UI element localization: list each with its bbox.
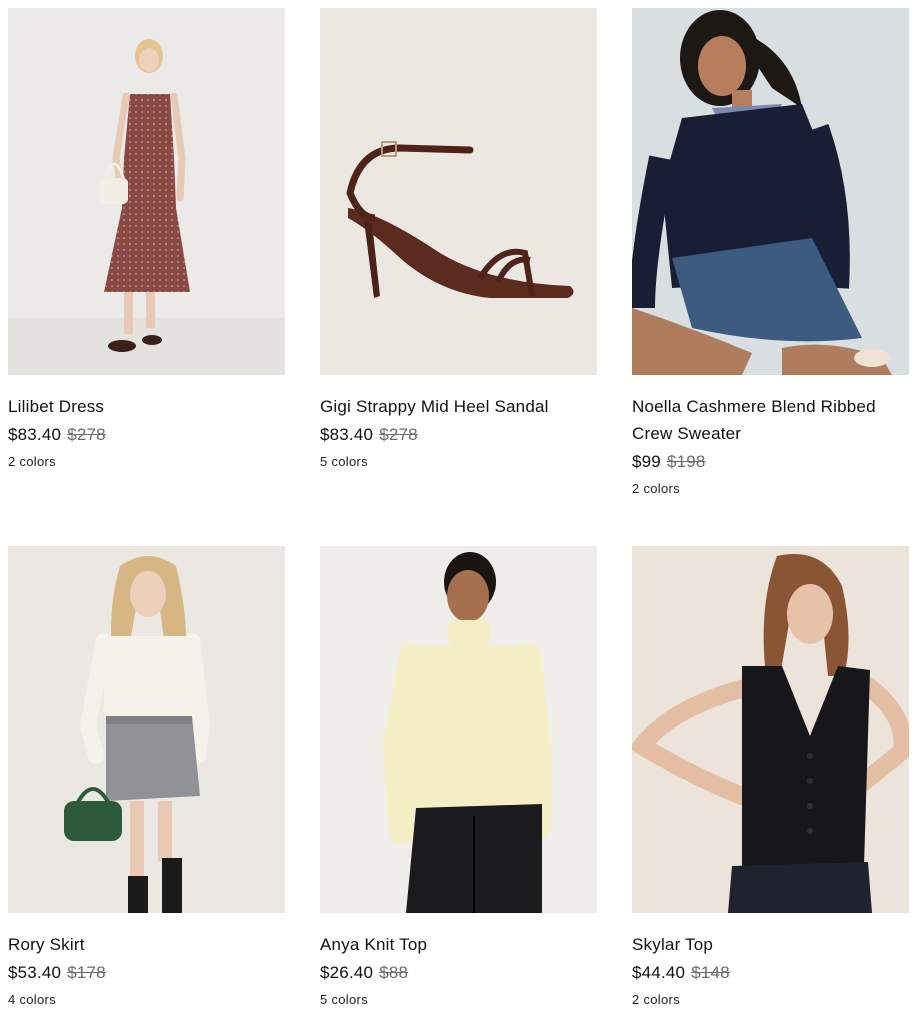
product-name[interactable]: Anya Knit Top <box>320 931 597 958</box>
product-prices: $26.40 $88 <box>320 961 597 985</box>
original-price: $148 <box>691 963 730 982</box>
product-prices: $44.40 $148 <box>632 961 909 985</box>
dress-photo-icon <box>8 8 285 375</box>
original-price: $278 <box>379 425 418 444</box>
vest-top-photo-icon <box>632 546 909 913</box>
product-card[interactable]: Anya Knit Top $26.40 $88 5 colors <box>320 546 597 1008</box>
product-image[interactable] <box>632 8 909 375</box>
knit-top-photo-icon <box>320 546 597 913</box>
product-prices: $83.40 $278 <box>8 423 285 447</box>
sale-price: $44.40 <box>632 963 686 982</box>
color-count[interactable]: 5 colors <box>320 991 597 1008</box>
product-image[interactable] <box>320 546 597 913</box>
sale-price: $26.40 <box>320 963 374 982</box>
product-image[interactable] <box>320 8 597 375</box>
product-image[interactable] <box>8 546 285 913</box>
sale-price: $83.40 <box>8 425 62 444</box>
product-card[interactable]: Skylar Top $44.40 $148 2 colors <box>632 546 909 1008</box>
product-card[interactable]: Lilibet Dress $83.40 $278 2 colors <box>8 8 285 470</box>
sale-price: $83.40 <box>320 425 374 444</box>
product-prices: $99 $198 <box>632 450 909 474</box>
product-card[interactable]: Rory Skirt $53.40 $178 4 colors <box>8 546 285 1008</box>
product-name[interactable]: Gigi Strappy Mid Heel Sandal <box>320 393 597 420</box>
original-price: $198 <box>666 452 706 471</box>
product-card[interactable]: Gigi Strappy Mid Heel Sandal $83.40 $278 … <box>320 8 597 470</box>
product-prices: $53.40 $178 <box>8 961 285 985</box>
product-name[interactable]: Lilibet Dress <box>8 393 285 420</box>
product-name[interactable]: Noella Cashmere Blend Ribbed Crew Sweate… <box>632 393 909 447</box>
sale-price: $53.40 <box>8 963 62 982</box>
product-prices: $83.40 $278 <box>320 423 597 447</box>
product-image[interactable] <box>632 546 909 913</box>
color-count[interactable]: 5 colors <box>320 453 597 470</box>
sandal-photo-icon <box>320 8 597 375</box>
sweater-photo-icon <box>632 8 909 375</box>
color-count[interactable]: 2 colors <box>632 991 909 1008</box>
color-count[interactable]: 2 colors <box>632 480 909 497</box>
skirt-photo-icon <box>8 546 285 913</box>
product-name[interactable]: Rory Skirt <box>8 931 285 958</box>
product-image[interactable] <box>8 8 285 375</box>
color-count[interactable]: 4 colors <box>8 991 285 1008</box>
sale-price: $99 <box>632 452 661 471</box>
product-name[interactable]: Skylar Top <box>632 931 909 958</box>
product-grid: Lilibet Dress $83.40 $278 2 colors Gigi … <box>0 0 920 1024</box>
original-price: $278 <box>67 425 106 444</box>
original-price: $88 <box>379 963 409 982</box>
product-card[interactable]: Noella Cashmere Blend Ribbed Crew Sweate… <box>632 8 909 497</box>
color-count[interactable]: 2 colors <box>8 453 285 470</box>
original-price: $178 <box>67 963 106 982</box>
